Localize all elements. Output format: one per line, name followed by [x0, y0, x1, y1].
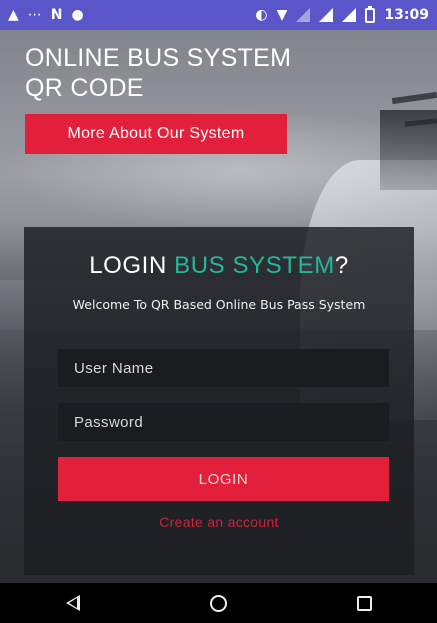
- login-card: LOGIN BUS SYSTEM? Welcome To QR Based On…: [24, 227, 414, 575]
- home-icon: [209, 594, 227, 612]
- back-button[interactable]: [43, 583, 103, 623]
- login-title-prefix: LOGIN: [89, 252, 175, 279]
- vibrate-icon: ◐: [255, 7, 268, 23]
- battery-icon: [365, 5, 376, 23]
- app-title-line2: QR CODE: [25, 74, 144, 102]
- recent-apps-icon: [356, 595, 372, 611]
- username-input[interactable]: User Name: [58, 349, 389, 387]
- notification-icon: ▲: [8, 7, 19, 23]
- username-placeholder: User Name: [74, 359, 154, 377]
- n-icon: N: [50, 7, 63, 23]
- recent-apps-button[interactable]: [334, 583, 394, 623]
- status-time: 13:09: [384, 7, 429, 23]
- chat-icon: ●: [71, 7, 84, 23]
- app-title: ONLINE BUS SYSTEM QR CODE: [25, 43, 291, 103]
- status-bar: ▲ ⋯ N ● ◐ ▼ 13:09: [0, 0, 437, 30]
- signal-icon: [342, 8, 357, 22]
- password-input[interactable]: Password: [58, 403, 389, 441]
- signal-icon: [319, 8, 334, 22]
- password-placeholder: Password: [74, 413, 144, 431]
- login-title: LOGIN BUS SYSTEM?: [24, 252, 414, 280]
- signal-icon: [296, 8, 311, 22]
- status-bar-right: ◐ ▼ 13:09: [255, 5, 429, 23]
- app-screen: ▲ ⋯ N ● ◐ ▼ 13:09 ONLINE BUS SYSTEM QR C…: [0, 0, 437, 623]
- navigation-bar: [0, 583, 437, 623]
- back-icon: [65, 595, 80, 611]
- create-account-link[interactable]: Create an account: [24, 514, 414, 530]
- login-subtitle: Welcome To QR Based Online Bus Pass Syst…: [72, 297, 366, 312]
- home-button[interactable]: [188, 583, 248, 623]
- status-bar-left: ▲ ⋯ N ●: [8, 8, 84, 22]
- login-button[interactable]: LOGIN: [58, 457, 389, 501]
- login-title-accent: BUS SYSTEM: [174, 252, 335, 279]
- background-mast: [391, 91, 437, 105]
- wifi-icon: ▼: [276, 7, 288, 23]
- data-usage-icon: ⋯: [27, 7, 42, 23]
- login-title-suffix: ?: [334, 252, 349, 279]
- app-title-line1: ONLINE BUS SYSTEM: [25, 44, 292, 72]
- more-about-button[interactable]: More About Our System: [25, 114, 287, 154]
